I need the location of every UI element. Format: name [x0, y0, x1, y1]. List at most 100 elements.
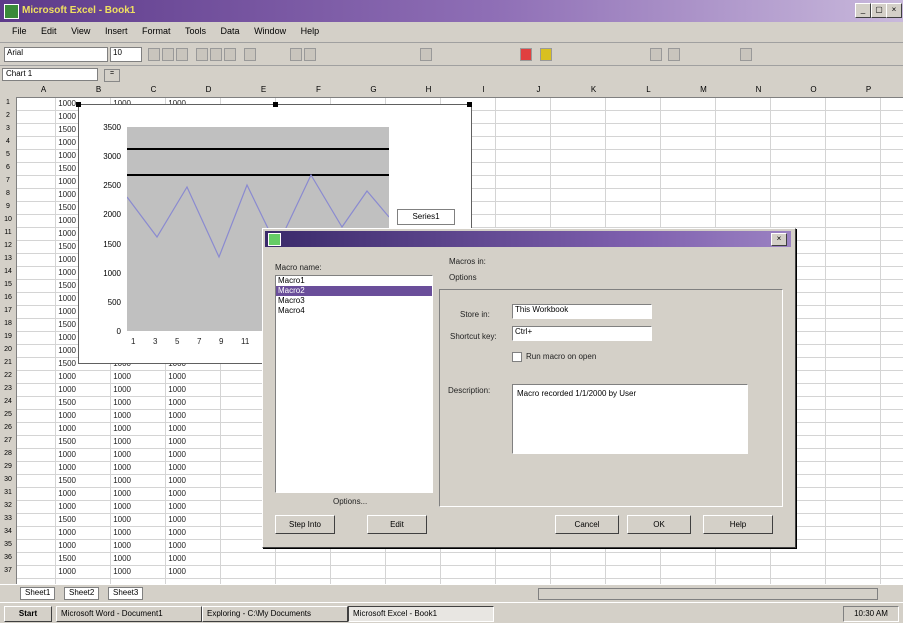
run-on-open-checkbox[interactable] — [512, 352, 522, 362]
align-left-button[interactable] — [196, 48, 208, 61]
cell-value[interactable]: 1000 — [140, 489, 186, 498]
cell-value[interactable]: 1000 — [85, 515, 131, 524]
percent-button[interactable] — [304, 48, 316, 61]
cell-value[interactable]: 1000 — [140, 424, 186, 433]
cell-value[interactable]: 1000 — [30, 346, 76, 355]
cell-value[interactable]: 1000 — [140, 450, 186, 459]
cell-value[interactable]: 1000 — [30, 138, 76, 147]
column-header[interactable]: P — [841, 85, 896, 94]
cell-value[interactable]: 1500 — [30, 281, 76, 290]
cell-value[interactable]: 1000 — [30, 450, 76, 459]
cell-value[interactable]: 1000 — [140, 567, 186, 576]
row-header[interactable]: 6 — [0, 164, 16, 171]
maximize-button[interactable]: ▢ — [871, 3, 887, 18]
row-header[interactable]: 12 — [0, 242, 16, 249]
cell-value[interactable]: 1000 — [140, 398, 186, 407]
column-header[interactable]: L — [621, 85, 676, 94]
ok-button[interactable]: OK — [627, 515, 691, 534]
column-header[interactable]: I — [456, 85, 511, 94]
resize-handle[interactable] — [273, 102, 278, 107]
borders-button[interactable] — [420, 48, 432, 61]
row-header[interactable]: 13 — [0, 255, 16, 262]
row-header[interactable]: 27 — [0, 437, 16, 444]
cell-value[interactable]: 1000 — [140, 411, 186, 420]
cell-value[interactable]: 1000 — [30, 463, 76, 472]
menu-window[interactable]: Window — [254, 26, 286, 36]
column-header[interactable]: B — [71, 85, 126, 94]
menu-edit[interactable]: Edit — [41, 26, 57, 36]
taskbar-item[interactable]: Microsoft Word - Document1 — [56, 606, 202, 622]
cell-value[interactable]: 1000 — [30, 229, 76, 238]
cell-value[interactable]: 1000 — [30, 268, 76, 277]
cell-value[interactable]: 1000 — [30, 294, 76, 303]
edit-button[interactable]: Edit — [367, 515, 427, 534]
cell-value[interactable]: 1500 — [30, 242, 76, 251]
row-header[interactable]: 32 — [0, 502, 16, 509]
cell-value[interactable]: 1500 — [30, 554, 76, 563]
row-header[interactable]: 29 — [0, 463, 16, 470]
horizontal-scrollbar[interactable] — [538, 588, 878, 600]
cell-value[interactable]: 1000 — [30, 372, 76, 381]
column-header[interactable]: K — [566, 85, 621, 94]
row-header[interactable]: 2 — [0, 112, 16, 119]
row-header[interactable]: 16 — [0, 294, 16, 301]
cell-value[interactable]: 1000 — [85, 528, 131, 537]
macro-list-item[interactable]: Macro3 — [276, 296, 432, 306]
dialog-close-button[interactable]: × — [771, 233, 787, 246]
cell-value[interactable]: 1000 — [30, 502, 76, 511]
cell-value[interactable]: 1500 — [30, 320, 76, 329]
cell-value[interactable]: 1500 — [30, 125, 76, 134]
cell-value[interactable]: 1500 — [30, 398, 76, 407]
cancel-button[interactable]: Cancel — [555, 515, 619, 534]
taskbar-item[interactable]: Exploring - C:\My Documents — [202, 606, 348, 622]
cell-value[interactable]: 1000 — [140, 372, 186, 381]
row-header[interactable]: 21 — [0, 359, 16, 366]
cell-value[interactable]: 1000 — [85, 372, 131, 381]
cell-value[interactable]: 1000 — [140, 515, 186, 524]
shortcut-field[interactable]: Ctrl+ — [512, 326, 652, 341]
sheet-tab[interactable]: Sheet1 — [20, 587, 56, 600]
column-header[interactable]: D — [181, 85, 236, 94]
row-header[interactable]: 15 — [0, 281, 16, 288]
cell-value[interactable]: 1000 — [85, 554, 131, 563]
font-select[interactable]: Arial — [4, 47, 108, 62]
align-center-button[interactable] — [210, 48, 222, 61]
cell-value[interactable]: 1000 — [30, 307, 76, 316]
row-header[interactable]: 8 — [0, 190, 16, 197]
description-field[interactable]: Macro recorded 1/1/2000 by User — [512, 384, 748, 454]
row-header[interactable]: 19 — [0, 333, 16, 340]
cell-value[interactable]: 1500 — [30, 203, 76, 212]
cell-value[interactable]: 1000 — [85, 476, 131, 485]
column-header[interactable]: O — [786, 85, 841, 94]
merge-button[interactable] — [244, 48, 256, 61]
cell-value[interactable]: 1000 — [85, 463, 131, 472]
cell-value[interactable]: 1500 — [30, 515, 76, 524]
cell-value[interactable]: 1000 — [30, 424, 76, 433]
cell-value[interactable]: 1000 — [85, 385, 131, 394]
row-header[interactable]: 31 — [0, 489, 16, 496]
resize-handle[interactable] — [76, 102, 81, 107]
row-header[interactable]: 35 — [0, 541, 16, 548]
row-header[interactable]: 37 — [0, 567, 16, 574]
font-size-select[interactable]: 10 — [110, 47, 142, 62]
macro-list-item[interactable]: Macro1 — [276, 276, 432, 286]
column-header[interactable]: M — [676, 85, 731, 94]
cell-value[interactable]: 1000 — [30, 99, 76, 108]
cell-value[interactable]: 1500 — [30, 476, 76, 485]
column-header[interactable]: E — [236, 85, 291, 94]
row-header[interactable]: 1 — [0, 99, 16, 106]
cell-value[interactable]: 1000 — [30, 190, 76, 199]
row-header[interactable]: 28 — [0, 450, 16, 457]
row-header[interactable]: 24 — [0, 398, 16, 405]
sheet-tab[interactable]: Sheet3 — [108, 587, 144, 600]
macro-list-item[interactable]: Macro4 — [276, 306, 432, 316]
macro-list[interactable]: Macro1 Macro2 Macro3 Macro4 — [275, 275, 433, 493]
row-header[interactable]: 18 — [0, 320, 16, 327]
taskbar-item-active[interactable]: Microsoft Excel - Book1 — [348, 606, 494, 622]
macro-list-item-selected[interactable]: Macro2 — [276, 286, 432, 296]
row-header[interactable]: 9 — [0, 203, 16, 210]
menu-tools[interactable]: Tools — [185, 26, 206, 36]
start-button[interactable]: Start — [4, 606, 52, 622]
cell-value[interactable]: 1000 — [30, 112, 76, 121]
row-header[interactable]: 7 — [0, 177, 16, 184]
